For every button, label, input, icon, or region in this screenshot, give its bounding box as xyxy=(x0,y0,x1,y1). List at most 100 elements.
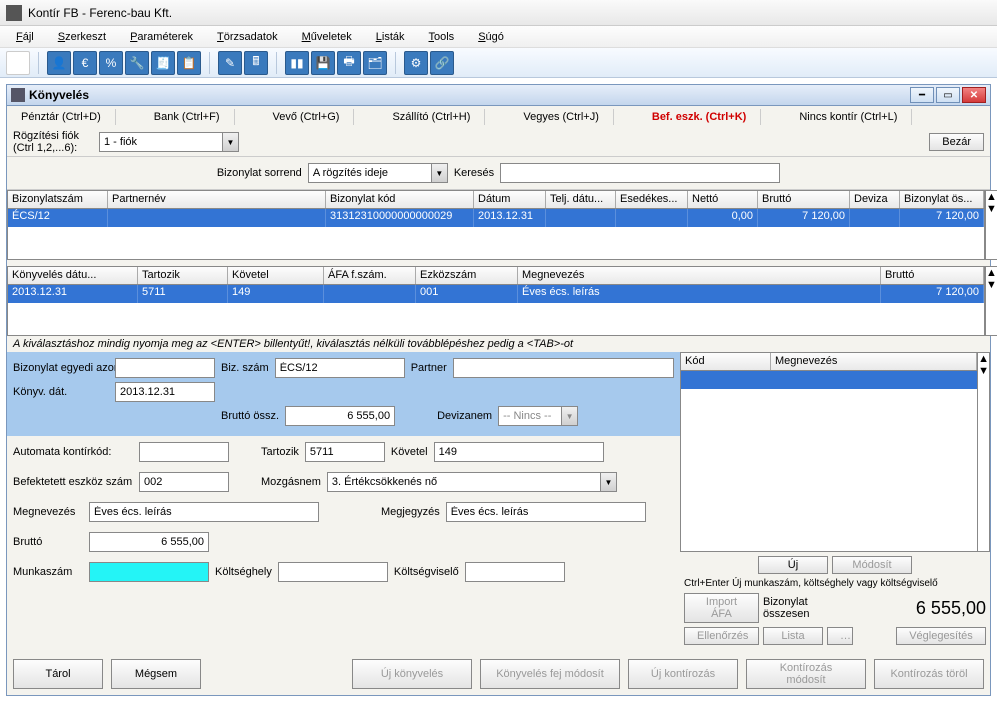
grid2-col[interactable]: ÁFA f.szám. xyxy=(324,267,416,284)
sort-combo[interactable]: A rögzítés ideje ▼ xyxy=(308,163,448,183)
grid1-col[interactable]: Nettó xyxy=(688,191,758,208)
toolbar-print-icon[interactable]: 🖶 xyxy=(337,51,361,75)
grid2-col[interactable]: Ezközszám xyxy=(416,267,518,284)
veglegesites-button[interactable]: Véglegesítés xyxy=(896,627,986,645)
megsem-button[interactable]: Mégsem xyxy=(111,659,201,689)
lookup-row[interactable] xyxy=(681,371,977,389)
mozgas-select[interactable]: 3. Értékcsökkenés nő ▼ xyxy=(327,472,617,492)
ujkonyv-button[interactable]: Új könyvelés xyxy=(352,659,472,689)
fejmod-button[interactable]: Könyvelés fej módosít xyxy=(480,659,620,689)
grid1-col[interactable]: Bizonylat ös... xyxy=(900,191,984,208)
grid1-col[interactable]: Bizonylat kód xyxy=(326,191,474,208)
scroll-up-icon[interactable]: ▲ xyxy=(978,353,989,365)
toolbar-link-icon[interactable]: 🔗 xyxy=(430,51,454,75)
menu-szerkeszt[interactable]: Szerkeszt xyxy=(46,28,118,46)
koltseghely-input[interactable] xyxy=(278,562,388,582)
kontirmod-button[interactable]: Kontírozás módosít xyxy=(746,659,866,689)
megj-input[interactable] xyxy=(446,502,646,522)
grid2-col[interactable]: Bruttó xyxy=(881,267,984,284)
toolbar-blank-icon[interactable] xyxy=(6,51,30,75)
modosit-button[interactable]: Módosít xyxy=(832,556,912,574)
bizszam-input[interactable] xyxy=(275,358,405,378)
scroll-down-icon[interactable]: ▼ xyxy=(986,279,997,291)
grid1-col[interactable]: Partnernév xyxy=(108,191,326,208)
grid2-col[interactable]: Könyvelés dátu... xyxy=(8,267,138,284)
toolbar-euro-icon[interactable]: € xyxy=(73,51,97,75)
toolbar-wrench-icon[interactable]: 🔧 xyxy=(125,51,149,75)
tarol-button[interactable]: Tárol xyxy=(13,659,103,689)
menu-tools[interactable]: Tools xyxy=(417,28,467,46)
bruttoossz-input[interactable] xyxy=(285,406,395,426)
toolbar-percent-icon[interactable]: % xyxy=(99,51,123,75)
search-input[interactable] xyxy=(500,163,780,183)
toolbar-save-icon[interactable]: 💾 xyxy=(311,51,335,75)
munka-input[interactable] xyxy=(89,562,209,582)
brutto2-input[interactable] xyxy=(89,532,209,552)
toolbar-chart-icon[interactable]: ▮▮ xyxy=(285,51,309,75)
scroll-up-icon[interactable]: ▲ xyxy=(986,267,997,279)
grid1-col[interactable]: Dátum xyxy=(474,191,546,208)
ujkontir-button[interactable]: Új kontírozás xyxy=(628,659,738,689)
tab-vevo[interactable]: Vevő (Ctrl+G) xyxy=(259,109,355,125)
importafa-button[interactable]: Import ÁFA xyxy=(684,593,759,623)
autokontir-input[interactable] xyxy=(139,442,229,462)
grid1-col[interactable]: Bruttó xyxy=(758,191,850,208)
documents-grid[interactable]: BizonylatszámPartnernévBizonylat kódDátu… xyxy=(7,190,985,260)
toolbar-person-icon[interactable]: 👤 xyxy=(47,51,71,75)
grid1-col[interactable]: Telj. dátu... xyxy=(546,191,616,208)
toolbar-calc-icon[interactable]: 🖩 xyxy=(244,51,268,75)
grid1-col[interactable]: Bizonylatszám xyxy=(8,191,108,208)
lookup-grid[interactable]: Kód Megnevezés ▲ ▼ xyxy=(680,352,990,552)
tartozik-input[interactable] xyxy=(305,442,385,462)
menu-listak[interactable]: Listák xyxy=(364,28,417,46)
lista-more-button[interactable]: … xyxy=(827,627,853,645)
grid1-col[interactable]: Deviza xyxy=(850,191,900,208)
right-actions: Új Módosít Ctrl+Enter Új munkaszám, költ… xyxy=(680,552,990,653)
menu-muveletek[interactable]: Műveletek xyxy=(290,28,364,46)
lookup-scrollbar[interactable]: ▲ ▼ xyxy=(977,353,989,551)
megn-input[interactable] xyxy=(89,502,319,522)
scroll-up-icon[interactable]: ▲ xyxy=(986,191,997,203)
tab-szallito[interactable]: Szállító (Ctrl+H) xyxy=(378,109,485,125)
grid2-col[interactable]: Követel xyxy=(228,267,324,284)
close-panel-button[interactable]: Bezár xyxy=(929,133,984,151)
kovetel-input[interactable] xyxy=(434,442,604,462)
menu-parameterek[interactable]: Paraméterek xyxy=(118,28,205,46)
scroll-down-icon[interactable]: ▼ xyxy=(986,203,997,215)
grid2-scrollbar[interactable]: ▲ ▼ xyxy=(985,266,997,336)
scroll-down-icon[interactable]: ▼ xyxy=(978,365,989,377)
postings-grid[interactable]: Könyvelés dátu...TartozikKövetelÁFA f.sz… xyxy=(7,266,985,336)
toolbar-lock-icon[interactable]: 🗂 xyxy=(363,51,387,75)
toolbar-note-icon[interactable]: 🧾 xyxy=(151,51,175,75)
grid2-col[interactable]: Tartozik xyxy=(138,267,228,284)
grid2-col[interactable]: Megnevezés xyxy=(518,267,881,284)
fiok-combo[interactable]: 1 - fiók ▼ xyxy=(99,132,239,152)
deviza-select[interactable]: -- Nincs -- ▼ xyxy=(498,406,578,426)
toolbar-clipboard-icon[interactable]: 📋 xyxy=(177,51,201,75)
grid1-col[interactable]: Esedékes... xyxy=(616,191,688,208)
kontirtor-button[interactable]: Kontírozás töröl xyxy=(874,659,984,689)
close-button[interactable]: ✕ xyxy=(962,87,986,103)
tab-vegyes[interactable]: Vegyes (Ctrl+J) xyxy=(509,109,614,125)
lista-button[interactable]: Lista xyxy=(763,627,823,645)
konyv-input[interactable] xyxy=(115,382,215,402)
grid1-scrollbar[interactable]: ▲ ▼ xyxy=(985,190,997,260)
hint-text: A kiválasztáshoz mindig nyomja meg az <E… xyxy=(7,336,990,352)
uj-button[interactable]: Új xyxy=(758,556,828,574)
menu-fajl[interactable]: Fájl xyxy=(4,28,46,46)
tab-penztar[interactable]: Pénztár (Ctrl+D) xyxy=(7,109,116,125)
egyedi-input[interactable] xyxy=(115,358,215,378)
menu-sugo[interactable]: Súgó xyxy=(466,28,516,46)
tab-befeszk[interactable]: Bef. eszk. (Ctrl+K) xyxy=(638,109,761,125)
partner-input[interactable] xyxy=(453,358,674,378)
ellenorzes-button[interactable]: Ellenőrzés xyxy=(684,627,759,645)
menu-torzsadatok[interactable]: Törzsadatok xyxy=(205,28,290,46)
maximize-button[interactable]: ▭ xyxy=(936,87,960,103)
toolbar-edit-icon[interactable]: ✎ xyxy=(218,51,242,75)
minimize-button[interactable]: ━ xyxy=(910,87,934,103)
befekt-input[interactable] xyxy=(139,472,229,492)
tab-nincskontir[interactable]: Nincs kontír (Ctrl+L) xyxy=(785,109,912,125)
toolbar-gear-icon[interactable]: ⚙ xyxy=(404,51,428,75)
koltsegviselo-input[interactable] xyxy=(465,562,565,582)
tab-bank[interactable]: Bank (Ctrl+F) xyxy=(140,109,235,125)
